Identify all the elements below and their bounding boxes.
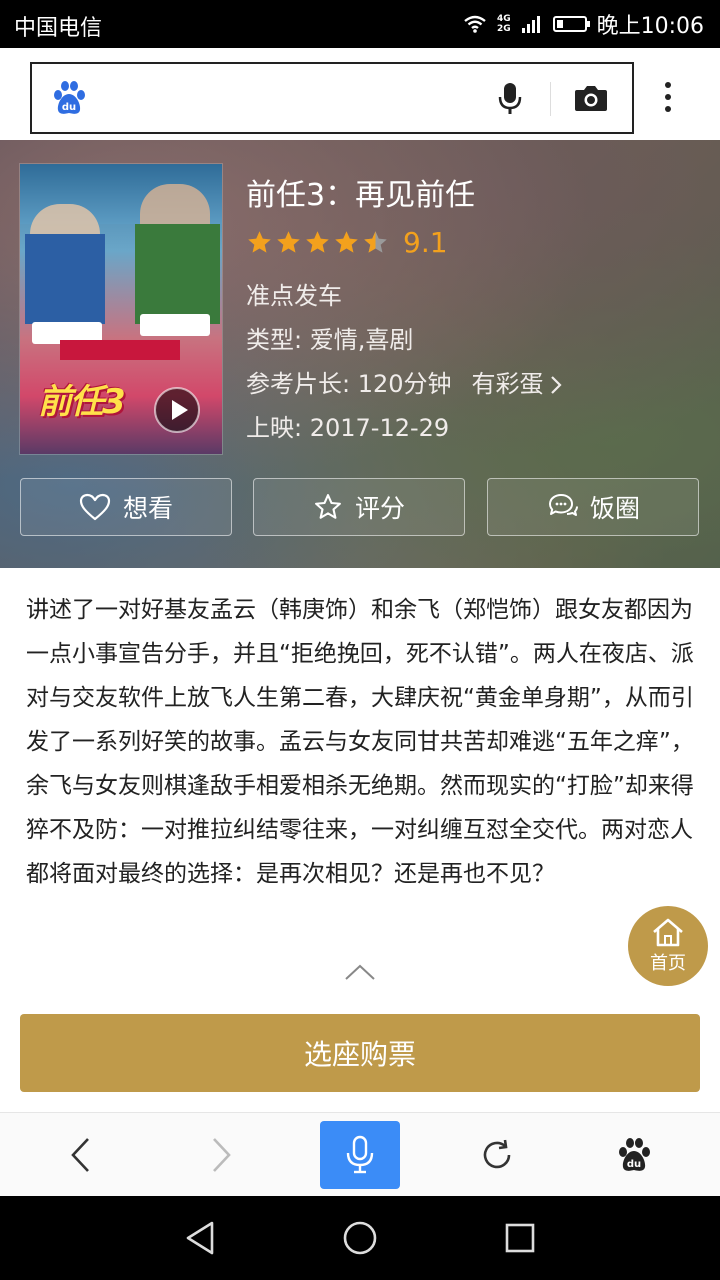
microphone-icon[interactable]	[498, 82, 522, 116]
fan-circle-label: 饭圈	[589, 494, 640, 523]
svg-text:du: du	[627, 1159, 641, 1170]
square-recents-icon	[505, 1223, 535, 1253]
status-bar: 中国电信 4G 2G 晚上10:06	[0, 0, 720, 48]
battery-icon	[552, 16, 590, 32]
movie-title: 前任3：再见前任	[246, 178, 476, 213]
search-input[interactable]	[118, 78, 482, 120]
movie-genre: 类型: 爱情,喜剧	[246, 326, 414, 354]
movie-tagline: 准点发车	[246, 282, 342, 310]
carrier-name: 中国电信	[14, 16, 103, 41]
movie-hero: 前任3 前任3：再见前任 9.1 准点发车 类型: 爱情,喜剧 参考片长: 12…	[0, 140, 720, 568]
chat-bubbles-icon	[548, 494, 578, 516]
clock: 晚上10:06	[596, 14, 704, 39]
search-divider	[550, 82, 551, 116]
want-to-watch-button[interactable]: 想看	[20, 478, 232, 536]
search-header: du	[0, 48, 720, 140]
movie-duration: 参考片长: 120分钟	[246, 370, 452, 398]
movie-release: 上映: 2017-12-29	[246, 414, 450, 442]
rating-stars	[246, 229, 389, 256]
network-type: 4G 2G	[496, 14, 511, 34]
poster-title: 前任3	[38, 382, 126, 422]
wifi-icon	[464, 15, 486, 33]
easter-egg-label: 有彩蛋	[471, 370, 544, 398]
chevron-up-icon[interactable]	[344, 962, 376, 982]
buy-tickets-button[interactable]: 选座购票	[20, 1014, 700, 1092]
star-icon	[335, 231, 358, 253]
rate-button[interactable]: 评分	[253, 478, 465, 536]
fan-circle-button[interactable]: 饭圈	[487, 478, 699, 536]
nav-back-button[interactable]	[160, 1196, 240, 1280]
want-label: 想看	[122, 494, 173, 523]
play-icon[interactable]	[153, 386, 201, 434]
heart-icon	[79, 493, 111, 521]
rating-row: 9.1	[246, 226, 448, 259]
refresh-icon	[483, 1139, 511, 1169]
android-navigation-bar	[0, 1196, 720, 1280]
circle-home-icon	[343, 1221, 377, 1255]
home-icon	[653, 918, 683, 947]
movie-poster[interactable]: 前任3	[20, 164, 222, 454]
chevron-left-icon	[71, 1138, 89, 1172]
rate-label: 评分	[354, 494, 405, 523]
back-button[interactable]	[40, 1113, 120, 1197]
movie-duration-row: 参考片长: 120分钟 有彩蛋	[246, 364, 562, 399]
chevron-right-icon	[213, 1138, 231, 1172]
svg-text:du: du	[62, 102, 76, 113]
more-menu-icon[interactable]	[664, 82, 672, 112]
home-button[interactable]: 首页	[628, 906, 708, 986]
rating-value: 9.1	[403, 226, 448, 259]
triangle-back-icon	[186, 1221, 214, 1255]
signal-icon	[521, 16, 540, 33]
star-icon	[277, 231, 300, 253]
star-icon	[306, 231, 329, 253]
home-label: 首页	[650, 953, 686, 974]
baidu-home-button[interactable]: du	[594, 1113, 674, 1197]
nav-home-button[interactable]	[320, 1196, 400, 1280]
camera-icon[interactable]	[574, 84, 608, 112]
forward-button[interactable]	[182, 1113, 262, 1197]
easter-egg-link[interactable]: 有彩蛋	[472, 370, 562, 398]
star-outline-icon	[315, 494, 341, 519]
microphone-icon	[346, 1135, 374, 1174]
search-bar[interactable]: du	[30, 62, 634, 134]
chevron-right-icon	[550, 376, 562, 394]
voice-search-button[interactable]	[320, 1121, 400, 1189]
refresh-button[interactable]	[457, 1113, 537, 1197]
movie-synopsis: 讲述了一对好基友孟云（韩庚饰）和余飞（郑恺饰）跟女友都因为一点小事宣告分手，并且…	[26, 597, 694, 887]
nav-recents-button[interactable]	[480, 1196, 560, 1280]
half-star-icon	[364, 231, 387, 253]
status-icons: 4G 2G 晚上10:06	[463, 10, 704, 39]
baidu-paw-icon[interactable]: du	[52, 80, 86, 116]
browser-toolbar: du	[0, 1112, 720, 1197]
baidu-paw-icon: du	[619, 1138, 650, 1171]
star-icon	[248, 231, 271, 253]
